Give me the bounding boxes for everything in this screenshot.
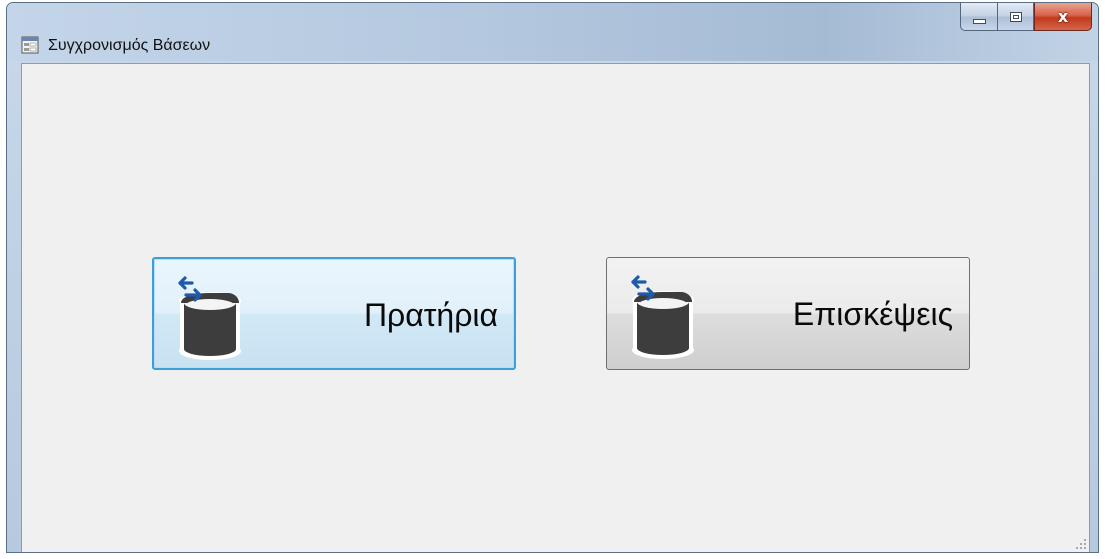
episkepseis-button-label: Επισκέψεις [792, 296, 953, 332]
minimize-button[interactable] [960, 3, 997, 31]
form-window-icon [21, 36, 39, 54]
resize-grip-icon[interactable] [1075, 538, 1087, 550]
maximize-icon [1009, 11, 1022, 22]
app-window: Συγχρονισμός Βάσεων x Πρατήρια Επισκέψει… [6, 2, 1099, 553]
maximize-button[interactable] [997, 3, 1034, 31]
minimize-icon [972, 18, 986, 24]
window-controls: x [960, 3, 1092, 33]
title-bar[interactable]: Συγχρονισμός Βάσεων x [7, 3, 1098, 61]
pratiria-button[interactable]: Πρατήρια [152, 257, 516, 370]
client-area: Πρατήρια Επισκέψεις [21, 63, 1090, 552]
pratiria-button-label: Πρατήρια [363, 297, 498, 333]
database-sync-icon [178, 276, 241, 360]
episkepseis-button[interactable]: Επισκέψεις [606, 257, 970, 370]
close-button[interactable]: x [1034, 3, 1092, 31]
database-sync-icon [631, 275, 694, 359]
window-title: Συγχρονισμός Βάσεων [48, 37, 211, 54]
close-icon: x [1057, 6, 1069, 26]
